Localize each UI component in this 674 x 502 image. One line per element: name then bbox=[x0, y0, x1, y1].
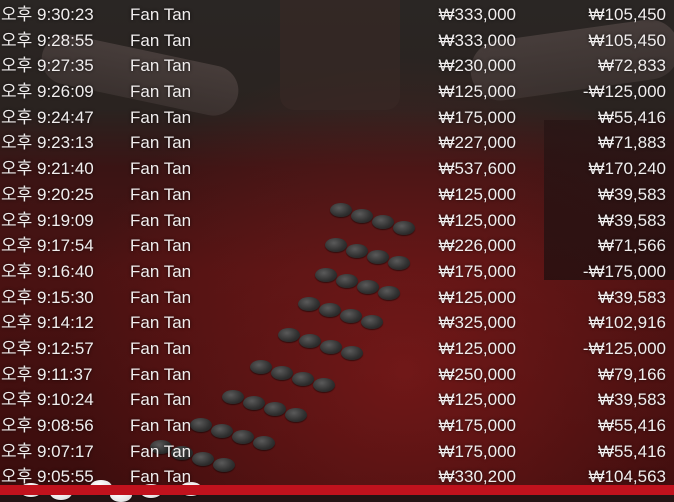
history-row: 오후 9:20:25 Fan Tan ₩125,000 ₩39,583 bbox=[0, 182, 674, 208]
history-row: 오후 9:16:40 Fan Tan ₩175,000 -₩175,000 bbox=[0, 259, 674, 285]
win-amount: ₩55,416 bbox=[597, 107, 666, 127]
round-time: 오후 9:26:09 bbox=[1, 82, 94, 102]
game-name: Fan Tan bbox=[130, 210, 192, 230]
win-amount: ₩71,883 bbox=[597, 133, 666, 153]
win-amount: ₩55,416 bbox=[597, 441, 666, 461]
win-amount: ₩39,583 bbox=[597, 184, 666, 204]
game-name: Fan Tan bbox=[130, 30, 192, 50]
history-row: 오후 9:15:30 Fan Tan ₩125,000 ₩39,583 bbox=[0, 285, 674, 311]
bet-amount: ₩175,000 bbox=[438, 416, 517, 435]
win-amount: ₩170,240 bbox=[588, 159, 667, 179]
round-time: 오후 9:27:35 bbox=[1, 56, 94, 76]
round-time: 오후 9:14:12 bbox=[1, 313, 94, 333]
win-amount: ₩104,563 bbox=[588, 467, 667, 487]
game-name: Fan Tan bbox=[130, 56, 192, 76]
round-time: 오후 9:20:25 bbox=[1, 184, 94, 204]
win-amount: ₩71,566 bbox=[597, 236, 666, 256]
round-time: 오후 9:05:55 bbox=[1, 467, 94, 487]
history-row: 오후 9:08:56 Fan Tan ₩175,000 ₩55,416 bbox=[0, 413, 674, 439]
round-time: 오후 9:21:40 bbox=[1, 159, 94, 179]
game-name: Fan Tan bbox=[130, 133, 192, 153]
win-amount: ₩39,583 bbox=[597, 287, 666, 307]
round-time: 오후 9:24:47 bbox=[1, 107, 94, 127]
game-name: Fan Tan bbox=[130, 416, 192, 435]
bet-amount: ₩175,000 bbox=[438, 441, 517, 461]
win-amount: ₩72,833 bbox=[597, 56, 666, 76]
bet-amount: ₩125,000 bbox=[438, 184, 517, 204]
game-name: Fan Tan bbox=[130, 390, 192, 410]
round-time: 오후 9:17:54 bbox=[1, 236, 94, 256]
history-row: 오후 9:19:09 Fan Tan ₩125,000 ₩39,583 bbox=[0, 208, 674, 234]
round-time: 오후 9:15:30 bbox=[1, 287, 94, 307]
history-row: 오후 9:17:54 Fan Tan ₩226,000 ₩71,566 bbox=[0, 233, 674, 259]
bet-history-list: 오후 9:30:23 Fan Tan ₩333,000 ₩105,450 오후 9:28… bbox=[0, 2, 674, 490]
bet-amount: ₩226,000 bbox=[438, 236, 517, 256]
win-amount: -₩175,000 bbox=[582, 261, 666, 281]
bet-amount: ₩325,000 bbox=[438, 313, 517, 333]
round-time: 오후 9:12:57 bbox=[1, 338, 94, 358]
game-name: Fan Tan bbox=[130, 107, 192, 127]
game-name: Fan Tan bbox=[130, 364, 192, 384]
game-name: Fan Tan bbox=[130, 5, 192, 24]
history-row: 오후 9:07:17 Fan Tan ₩175,000 ₩55,416 bbox=[0, 439, 674, 465]
game-name: Fan Tan bbox=[130, 159, 192, 179]
game-name: Fan Tan bbox=[130, 287, 192, 307]
history-row: 오후 9:10:24 Fan Tan ₩125,000 ₩39,583 bbox=[0, 387, 674, 413]
round-time: 오후 9:16:40 bbox=[1, 261, 94, 281]
game-name: Fan Tan bbox=[130, 184, 192, 204]
history-row: 오후 9:30:23 Fan Tan ₩333,000 ₩105,450 bbox=[0, 2, 674, 28]
round-time: 오후 9:08:56 bbox=[1, 416, 94, 435]
game-name: Fan Tan bbox=[130, 338, 192, 358]
history-row: 오후 9:26:09 Fan Tan ₩125,000 -₩125,000 bbox=[0, 79, 674, 105]
bet-amount: ₩125,000 bbox=[438, 338, 517, 358]
bet-amount: ₩175,000 bbox=[438, 107, 517, 127]
round-time: 오후 9:11:37 bbox=[1, 364, 93, 384]
win-amount: ₩55,416 bbox=[597, 416, 666, 435]
win-amount: -₩125,000 bbox=[582, 82, 666, 102]
win-amount: ₩39,583 bbox=[597, 210, 666, 230]
bet-amount: ₩537,600 bbox=[438, 159, 517, 179]
win-amount: ₩39,583 bbox=[597, 390, 666, 410]
win-amount: ₩79,166 bbox=[597, 364, 666, 384]
round-time: 오후 9:19:09 bbox=[1, 210, 94, 230]
win-amount: ₩102,916 bbox=[588, 313, 667, 333]
history-row: 오후 9:12:57 Fan Tan ₩125,000 -₩125,000 bbox=[0, 336, 674, 362]
game-name: Fan Tan bbox=[130, 82, 192, 102]
bet-amount: ₩333,000 bbox=[438, 30, 517, 50]
history-row: 오후 9:11:37 Fan Tan ₩250,000 ₩79,166 bbox=[0, 362, 674, 388]
history-row: 오후 9:21:40 Fan Tan ₩537,600 ₩170,240 bbox=[0, 156, 674, 182]
round-time: 오후 9:30:23 bbox=[1, 5, 94, 24]
bet-amount: ₩125,000 bbox=[438, 82, 517, 102]
bet-amount: ₩230,000 bbox=[438, 56, 517, 76]
bet-amount: ₩250,000 bbox=[438, 364, 517, 384]
round-time: 오후 9:23:13 bbox=[1, 133, 94, 153]
round-time: 오후 9:07:17 bbox=[1, 441, 94, 461]
round-time: 오후 9:28:55 bbox=[1, 30, 94, 50]
game-name: Fan Tan bbox=[130, 467, 192, 487]
round-time: 오후 9:10:24 bbox=[1, 390, 94, 410]
bet-amount: ₩125,000 bbox=[438, 390, 517, 410]
history-row: 오후 9:23:13 Fan Tan ₩227,000 ₩71,883 bbox=[0, 130, 674, 156]
history-row: 오후 9:14:12 Fan Tan ₩325,000 ₩102,916 bbox=[0, 310, 674, 336]
win-amount: -₩125,000 bbox=[582, 338, 666, 358]
game-name: Fan Tan bbox=[130, 441, 192, 461]
game-name: Fan Tan bbox=[130, 236, 192, 256]
bet-amount: ₩125,000 bbox=[438, 287, 517, 307]
history-row: 오후 9:24:47 Fan Tan ₩175,000 ₩55,416 bbox=[0, 105, 674, 131]
bet-amount: ₩330,200 bbox=[438, 467, 517, 487]
game-name: Fan Tan bbox=[130, 261, 192, 281]
game-name: Fan Tan bbox=[130, 313, 192, 333]
bet-amount: ₩227,000 bbox=[438, 133, 517, 153]
win-amount: ₩105,450 bbox=[588, 5, 667, 24]
bet-amount: ₩125,000 bbox=[438, 210, 517, 230]
win-amount: ₩105,450 bbox=[588, 30, 667, 50]
bet-amount: ₩175,000 bbox=[438, 261, 517, 281]
history-row: 오후 9:05:55 Fan Tan ₩330,200 ₩104,563 bbox=[0, 464, 674, 490]
history-row: 오후 9:28:55 Fan Tan ₩333,000 ₩105,450 bbox=[0, 28, 674, 54]
history-row: 오후 9:27:35 Fan Tan ₩230,000 ₩72,833 bbox=[0, 53, 674, 79]
bet-amount: ₩333,000 bbox=[438, 5, 517, 24]
